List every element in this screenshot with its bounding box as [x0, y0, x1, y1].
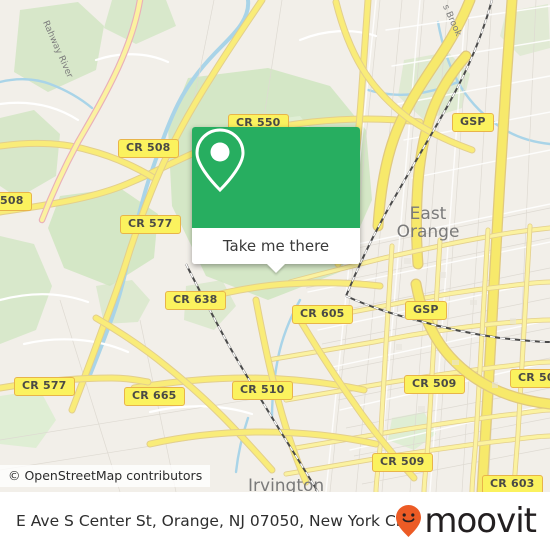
moovit-smiley-pin-icon — [396, 505, 422, 537]
road-shield-cr508-east[interactable]: CR 508 — [510, 369, 550, 388]
map-attribution[interactable]: © OpenStreetMap contributors — [0, 465, 211, 487]
road-shield-508-clipped[interactable]: 508 — [0, 192, 32, 211]
popup-tail — [267, 264, 285, 273]
road-shield-gsp-north[interactable]: GSP — [452, 113, 494, 132]
road-shield-cr508-north[interactable]: CR 508 — [118, 139, 179, 158]
map-pin-icon — [195, 128, 245, 193]
take-me-there-label: Take me there — [222, 237, 330, 255]
road-shield-cr605[interactable]: CR 605 — [292, 305, 353, 324]
moovit-wordmark: moovit — [424, 501, 537, 541]
city-label-east-orange: East Orange — [396, 204, 460, 242]
moovit-map-screenshot: .park{fill:#cfe5c0;} .parkl{fill:#dfeed4… — [0, 0, 550, 550]
road-shield-cr638[interactable]: CR 638 — [165, 291, 226, 310]
address-label: E Ave S Center St, Orange, NJ 07050, New… — [16, 512, 416, 530]
road-shield-gsp-south[interactable]: GSP — [405, 301, 447, 320]
road-shield-cr509-south[interactable]: CR 509 — [372, 453, 433, 472]
road-shield-cr603[interactable]: CR 603 — [482, 475, 543, 492]
road-shield-cr665[interactable]: CR 665 — [124, 387, 185, 406]
popup-header — [192, 127, 360, 228]
map-canvas[interactable]: .park{fill:#cfe5c0;} .parkl{fill:#dfeed4… — [0, 0, 550, 492]
road-shield-cr510[interactable]: CR 510 — [232, 381, 293, 400]
destination-popup[interactable]: Take me there — [192, 127, 360, 273]
road-shield-cr577-south[interactable]: CR 577 — [14, 377, 75, 396]
take-me-there-button[interactable]: Take me there — [192, 228, 360, 273]
road-shield-cr577-north[interactable]: CR 577 — [120, 215, 181, 234]
footer-bar: E Ave S Center St, Orange, NJ 07050, New… — [0, 492, 550, 550]
moovit-brand[interactable]: moovit — [395, 501, 537, 541]
road-shield-cr509-mid[interactable]: CR 509 — [404, 375, 465, 394]
